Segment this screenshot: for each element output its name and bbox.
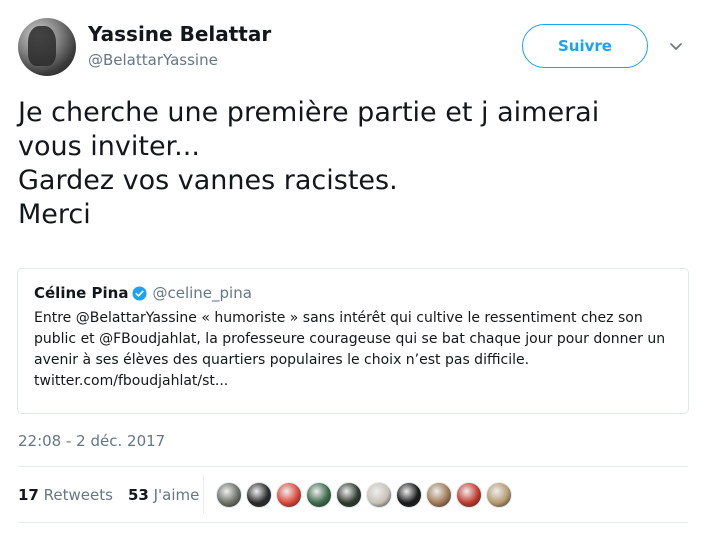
liker-avatar-6[interactable] bbox=[366, 482, 392, 508]
divider bbox=[18, 522, 688, 523]
liker-avatar-2[interactable] bbox=[246, 482, 272, 508]
liker-avatar-1[interactable] bbox=[216, 482, 242, 508]
liker-avatar-10[interactable] bbox=[486, 482, 512, 508]
author-handle[interactable]: @BelattarYassine bbox=[88, 51, 218, 69]
quoted-author-name: Céline Pina bbox=[34, 284, 129, 302]
liker-avatar-7[interactable] bbox=[396, 482, 422, 508]
stats-separator bbox=[203, 476, 204, 514]
tweet-text-line: Merci bbox=[18, 199, 91, 230]
divider bbox=[18, 466, 688, 467]
retweets-stat[interactable]: 17 Retweets bbox=[18, 486, 113, 504]
verified-badge-icon bbox=[132, 285, 148, 301]
quoted-tweet-text: Entre @BelattarYassine « humoriste » san… bbox=[34, 310, 666, 389]
tweet-text: Je cherche une première partie et j aime… bbox=[18, 96, 688, 232]
quoted-author-handle: @celine_pina bbox=[152, 284, 252, 302]
author-avatar[interactable] bbox=[18, 18, 76, 76]
retweets-count: 17 bbox=[18, 486, 39, 504]
tweet-text-line: vous inviter... bbox=[18, 131, 200, 162]
tweet-text-line: Gardez vos vannes racistes. bbox=[18, 165, 398, 196]
likes-count: 53 bbox=[127, 486, 149, 504]
author-display-name[interactable]: Yassine Belattar bbox=[88, 22, 271, 46]
likes-stat[interactable]: 53 J'aime bbox=[128, 486, 199, 504]
tweet-text-line: Je cherche une première partie et j aime… bbox=[18, 97, 600, 128]
quoted-tweet-header: Céline Pina @celine_pina bbox=[34, 283, 672, 303]
tweet-timestamp[interactable]: 22:08 - 2 déc. 2017 bbox=[18, 432, 165, 450]
liker-avatar-3[interactable] bbox=[276, 482, 302, 508]
liker-avatar-5[interactable] bbox=[336, 482, 362, 508]
tweet-stats: 17 Retweets 53 J'aime bbox=[18, 486, 199, 504]
liker-avatars bbox=[216, 482, 516, 508]
chevron-down-icon[interactable] bbox=[668, 38, 684, 54]
liker-avatar-8[interactable] bbox=[426, 482, 452, 508]
follow-button[interactable]: Suivre bbox=[522, 24, 648, 68]
quoted-tweet-card[interactable]: Céline Pina @celine_pina Entre @Belattar… bbox=[17, 268, 689, 414]
liker-avatar-9[interactable] bbox=[456, 482, 482, 508]
likes-label: J'aime bbox=[153, 486, 200, 504]
retweets-label: Retweets bbox=[43, 486, 113, 504]
liker-avatar-4[interactable] bbox=[306, 482, 332, 508]
